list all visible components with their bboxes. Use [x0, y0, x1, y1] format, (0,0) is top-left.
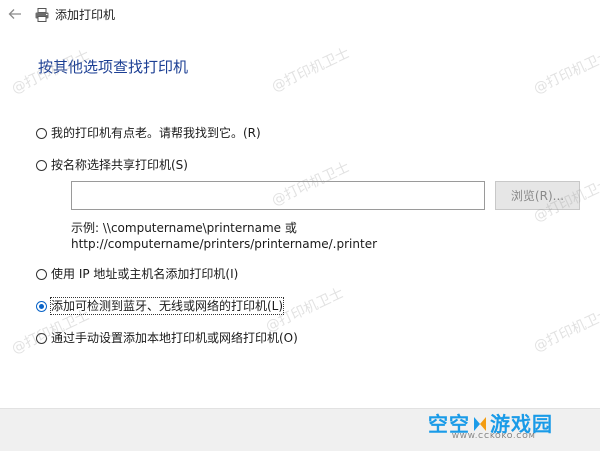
watermark: @打印机卫士	[531, 305, 600, 356]
option-ip-address[interactable]: 使用 IP 地址或主机名添加打印机(I)	[36, 265, 238, 283]
printer-icon	[35, 8, 49, 22]
radio-button[interactable]	[36, 268, 47, 280]
option-printer-old[interactable]: 我的打印机有点老。请帮我找到它。(R)	[36, 124, 261, 142]
watermark: @打印机卫士	[269, 45, 353, 96]
option-label: 我的打印机有点老。请帮我找到它。(R)	[51, 126, 261, 140]
shared-printer-name-input[interactable]	[71, 181, 485, 210]
site-logo: 空空 游戏园 WWW.CCKOKO.COM	[428, 408, 578, 448]
logo-mark-icon	[474, 417, 486, 431]
option-label: 添加可检测到蓝牙、无线或网络的打印机(L)	[49, 297, 285, 315]
radio-button-selected[interactable]	[36, 300, 47, 312]
option-label: 通过手动设置添加本地打印机或网络打印机(O)	[51, 331, 298, 345]
option-bluetooth-wireless[interactable]: 添加可检测到蓝牙、无线或网络的打印机(L)	[36, 297, 285, 315]
back-arrow-icon[interactable]	[7, 6, 23, 22]
page-heading: 按其他选项查找打印机	[38, 58, 189, 76]
logo-url: WWW.CCKOKO.COM	[452, 432, 536, 440]
title-bar: 添加打印机	[0, 0, 600, 32]
watermark: @打印机卫士	[531, 47, 600, 98]
radio-button[interactable]	[36, 127, 47, 139]
option-label: 使用 IP 地址或主机名添加打印机(I)	[51, 267, 239, 281]
window-title: 添加打印机	[55, 8, 116, 22]
radio-button[interactable]	[36, 332, 47, 344]
option-label: 按名称选择共享打印机(S)	[51, 158, 188, 172]
example-text-line1: 示例: \\computername\printername 或	[71, 221, 297, 235]
radio-button[interactable]	[36, 159, 47, 171]
option-manual-setup[interactable]: 通过手动设置添加本地打印机或网络打印机(O)	[36, 329, 298, 347]
option-shared-printer[interactable]: 按名称选择共享打印机(S)	[36, 156, 188, 174]
example-text-line2: http://computername/printers/printername…	[71, 237, 378, 251]
browse-button[interactable]: 浏览(R)...	[495, 181, 580, 210]
